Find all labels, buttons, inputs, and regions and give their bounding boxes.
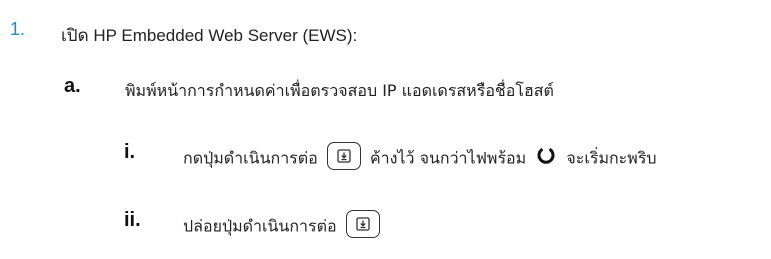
step-i-number: i. [124,141,136,163]
step-i-text-after: จะเริ่มกะพริบ [566,148,657,168]
step-1-number: 1. [10,19,26,39]
resume-button-icon [345,210,380,238]
step-a-text: พิมพ์หน้าการกำหนดค่าเพื่อตรวจสอบ IP แอดเ… [125,81,554,100]
step-i-text: กดปุ่มดำเนินการต่อ ค้างไว้ จนกว่าไฟพร้อม… [183,142,657,173]
step-1-text: เปิด HP Embedded Web Server (EWS): [61,26,358,45]
step-ii-text-label: ปล่อยปุ่มดำเนินการต่อ [183,216,337,236]
resume-button-icon [326,142,361,170]
step-i-text-middle: ค้างไว้ จนกว่าไฟพร้อม [369,148,527,168]
step-ii-number: ii. [124,209,141,231]
step-a-number: a. [64,75,81,97]
step-i-text-before: กดปุ่มดำเนินการต่อ [183,148,318,168]
step-ii-text: ปล่อยปุ่มดำเนินการต่อ [183,210,384,241]
ready-light-icon [537,146,555,168]
